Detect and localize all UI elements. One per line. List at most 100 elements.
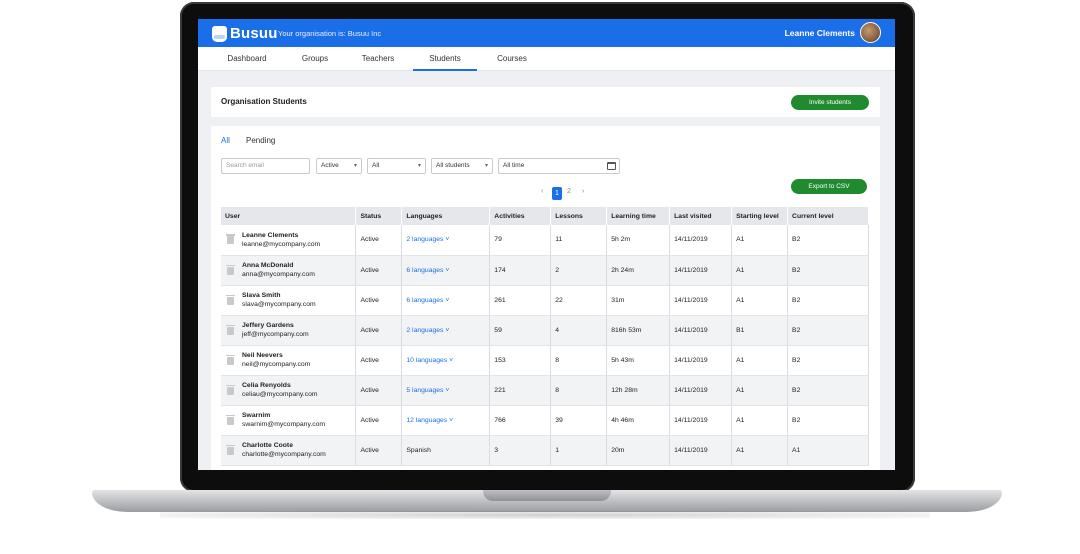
last-visited-cell: 14/11/2019 [669, 315, 733, 346]
search-input[interactable]: Search email [221, 158, 310, 174]
languages-cell[interactable]: 2 languages ˅ [401, 315, 491, 346]
table-row[interactable]: Swarnim swarnim@mycompany.com Active 12 l… [221, 405, 869, 436]
user-name[interactable]: Leanne Clements [785, 28, 855, 38]
trash-icon[interactable] [226, 444, 235, 455]
tab-teachers[interactable]: Teachers [349, 47, 407, 71]
lessons-cell: 1 [550, 435, 608, 466]
date-range-field[interactable]: All time [498, 158, 620, 174]
lessons-cell: 2 [550, 255, 608, 286]
last-visited-cell: 14/11/2019 [669, 255, 733, 286]
lessons-cell: 8 [550, 375, 608, 406]
user-cell: Jeffery Gardens jeff@mycompany.com [221, 315, 357, 346]
subtab-all[interactable]: All [221, 136, 230, 145]
lessons-cell: 22 [550, 285, 608, 316]
tab-groups[interactable]: Groups [286, 47, 344, 71]
languages-cell[interactable]: 6 languages ˅ [401, 255, 491, 286]
languages-cell[interactable]: 5 languages ˅ [401, 375, 491, 406]
chevron-down-icon: ˅ [443, 266, 450, 274]
table-row[interactable]: Leanne Clements leanne@mycompany.com Acti… [221, 225, 869, 256]
user-email: celiau@mycompany.com [242, 391, 318, 398]
table-row[interactable]: Neil Neevers neil@mycompany.com Active 10… [221, 345, 869, 376]
page-1-button[interactable]: 1 [552, 187, 562, 200]
languages-link[interactable]: 12 languages [406, 417, 447, 424]
starting-level-cell: A1 [731, 375, 789, 406]
lessons-cell: 11 [550, 225, 608, 256]
table-row[interactable]: Celia Renyolds celiau@mycompany.com Activ… [221, 375, 869, 406]
page-title: Organisation Students [221, 97, 307, 106]
user-email: jeff@mycompany.com [242, 331, 309, 338]
user-name: Celia Renyolds [242, 382, 291, 389]
col-starting-level[interactable]: Starting level [731, 207, 789, 225]
tab-students[interactable]: Students [413, 47, 477, 71]
languages-cell[interactable]: 6 languages ˅ [401, 285, 491, 316]
status-cell: Active [355, 435, 403, 466]
languages-cell: Spanish [401, 435, 491, 466]
prev-page-button[interactable]: ‹ [541, 188, 543, 195]
avatar[interactable] [860, 22, 881, 43]
last-visited-cell: 14/11/2019 [669, 225, 733, 256]
learning-time-cell: 5h 2m [606, 225, 671, 256]
current-level-cell: B2 [787, 345, 869, 376]
activities-cell: 3 [489, 435, 552, 466]
learning-time-cell: 816h 53m [606, 315, 671, 346]
page-2-button[interactable]: 2 [567, 188, 571, 195]
status-select[interactable]: Active ▾ [316, 158, 362, 174]
tab-courses[interactable]: Courses [483, 47, 541, 71]
current-level-cell: B2 [787, 375, 869, 406]
calendar-icon [607, 162, 616, 170]
chevron-down-icon: ˅ [443, 236, 450, 244]
students-select[interactable]: All students ▾ [431, 158, 493, 174]
languages-link[interactable]: 2 languages [406, 236, 443, 243]
trash-icon[interactable] [226, 294, 235, 305]
top-bar: Busuu Your organisation is: Busuu Inc Le… [198, 19, 895, 47]
subtab-pending[interactable]: Pending [246, 136, 275, 145]
languages-link[interactable]: 6 languages [406, 297, 443, 304]
languages-link[interactable]: 10 languages [406, 357, 447, 364]
invite-students-button[interactable]: Invite students [791, 95, 869, 110]
col-lessons[interactable]: Lessons [550, 207, 608, 225]
languages-link[interactable]: 5 languages [406, 387, 443, 394]
next-page-button[interactable]: › [582, 188, 584, 195]
col-user[interactable]: User [221, 207, 357, 225]
status-cell: Active [355, 345, 403, 376]
learning-time-cell: 2h 24m [606, 255, 671, 286]
user-name: Neil Neevers [242, 352, 283, 359]
chevron-down-icon: ˅ [447, 416, 454, 424]
busuu-logo[interactable]: Busuu [212, 25, 278, 42]
col-languages[interactable]: Languages [401, 207, 491, 225]
col-learning-time[interactable]: Learning time [606, 207, 671, 225]
col-activities[interactable]: Activities [489, 207, 552, 225]
trash-icon[interactable] [226, 264, 235, 275]
trash-icon[interactable] [226, 384, 235, 395]
col-current-level[interactable]: Current level [787, 207, 869, 225]
trash-icon[interactable] [226, 234, 235, 244]
table-row[interactable]: Jeffery Gardens jeff@mycompany.com Active… [221, 315, 869, 346]
main-nav: Dashboard Groups Teachers Students Cours… [198, 47, 895, 71]
col-last-visited[interactable]: Last visited [669, 207, 733, 225]
trash-icon[interactable] [226, 354, 235, 365]
last-visited-cell: 14/11/2019 [669, 435, 733, 466]
status-cell: Active [355, 405, 403, 436]
status-cell: Active [355, 375, 403, 406]
busuu-logo-icon [212, 25, 227, 42]
col-status[interactable]: Status [355, 207, 403, 225]
user-cell: Neil Neevers neil@mycompany.com [221, 345, 357, 376]
chevron-down-icon: ▾ [484, 163, 488, 169]
export-csv-button[interactable]: Export to CSV [791, 179, 867, 194]
table-row[interactable]: Charlotte Coote charlotte@mycompany.com A… [221, 435, 869, 466]
starting-level-cell: B1 [731, 315, 789, 346]
table-row[interactable]: Anna McDonald anna@mycompany.com Active 6… [221, 255, 869, 286]
language-select[interactable]: All ▾ [367, 158, 426, 174]
languages-link[interactable]: 6 languages [406, 267, 443, 274]
trash-icon[interactable] [226, 324, 235, 335]
languages-cell[interactable]: 10 languages ˅ [401, 345, 491, 376]
last-visited-cell: 14/11/2019 [669, 285, 733, 316]
table-row[interactable]: Slava Smith slava@mycompany.com Active 6 … [221, 285, 869, 316]
laptop-shadow [160, 511, 930, 519]
trash-icon[interactable] [226, 414, 235, 425]
tab-dashboard[interactable]: Dashboard [216, 47, 278, 71]
languages-cell[interactable]: 12 languages ˅ [401, 405, 491, 436]
languages-cell[interactable]: 2 languages ˅ [401, 225, 491, 256]
languages-link[interactable]: 2 languages [406, 327, 443, 334]
last-visited-cell: 14/11/2019 [669, 405, 733, 436]
